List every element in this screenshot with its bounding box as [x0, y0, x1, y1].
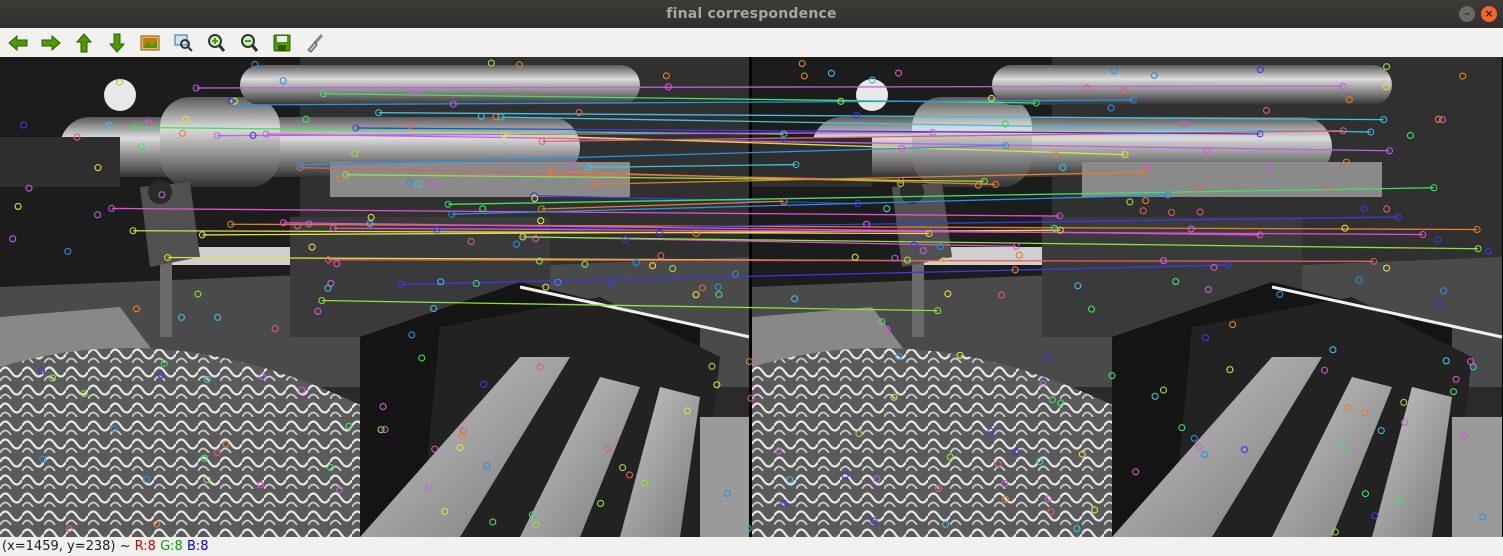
red-value: R:8: [134, 539, 156, 554]
arrow-up-icon: [76, 32, 92, 52]
pan-down-button[interactable]: [105, 31, 129, 55]
blue-value: B:8: [186, 539, 209, 554]
zoom-in-button[interactable]: [204, 31, 228, 55]
zoom-fit-icon: [174, 34, 193, 52]
zoom-in-icon: [208, 33, 226, 52]
arrow-right-icon: [41, 34, 61, 51]
zoom-fit-button[interactable]: [171, 31, 195, 55]
zoom-out-button[interactable]: [237, 31, 261, 55]
save-button[interactable]: [270, 31, 294, 55]
zoom-out-icon: [241, 33, 259, 52]
arrow-down-icon: [109, 33, 125, 53]
clear-button[interactable]: [303, 31, 327, 55]
window-title: final correspondence: [666, 6, 837, 22]
minimize-button[interactable]: –: [1459, 6, 1475, 22]
green-value: G:8: [160, 539, 183, 554]
pan-right-button[interactable]: [39, 31, 63, 55]
title-bar: final correspondence – ×: [0, 0, 1503, 28]
image-viewer[interactable]: [0, 57, 1503, 537]
brush-icon: [307, 33, 324, 53]
cursor-coords: (x=1459, y=238) ~: [2, 539, 131, 554]
arrow-left-icon: [8, 34, 28, 51]
toolbar: [0, 28, 1503, 57]
pan-left-button[interactable]: [6, 31, 30, 55]
image-button[interactable]: [138, 31, 162, 55]
close-button[interactable]: ×: [1481, 6, 1497, 22]
status-bar: (x=1459, y=238) ~ R:8 G:8 B:8: [0, 537, 1503, 556]
correspondence-image: [0, 57, 1503, 537]
save-icon: [273, 34, 291, 51]
image-icon: [140, 35, 160, 50]
pan-up-button[interactable]: [72, 31, 96, 55]
